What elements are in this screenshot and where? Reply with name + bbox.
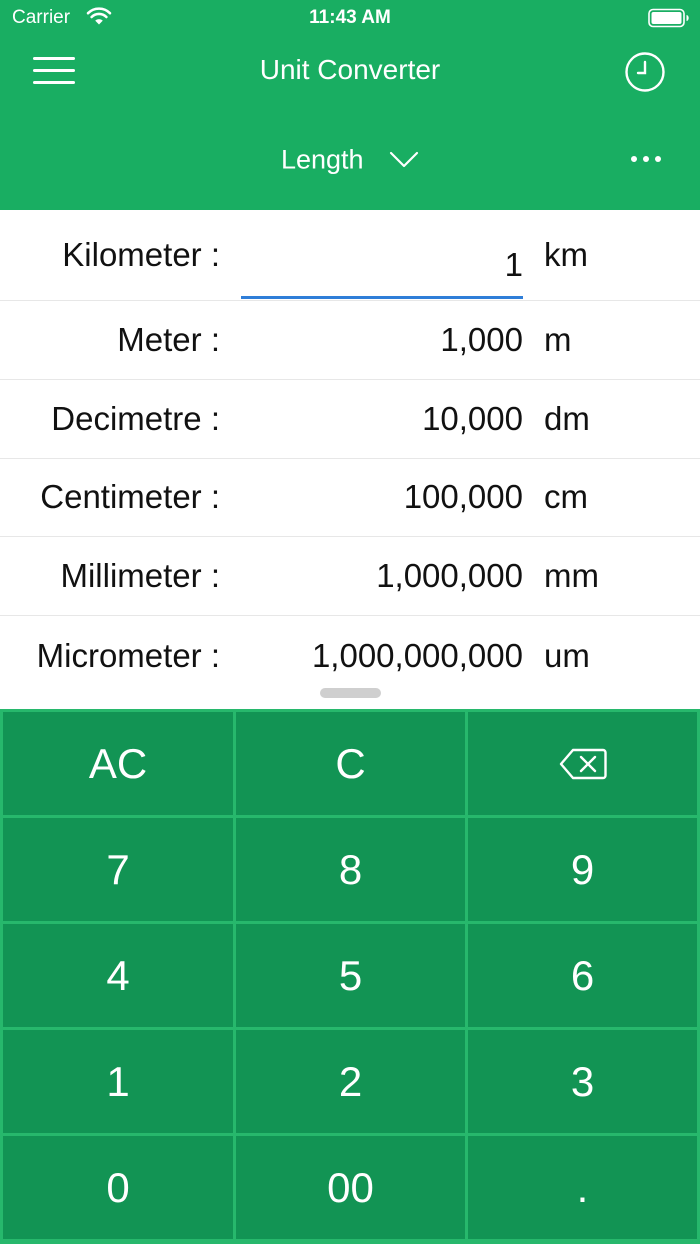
conversion-row-micrometer[interactable]: Micrometer : 1,000,000,000 um [0, 616, 700, 695]
unit-name: Decimetre : [51, 399, 220, 437]
key-6[interactable]: 6 [468, 924, 697, 1027]
battery-icon [648, 8, 689, 28]
key-clear[interactable]: C [236, 712, 465, 815]
drag-handle[interactable] [320, 688, 381, 698]
more-dots-icon[interactable] [630, 155, 662, 163]
key-4[interactable]: 4 [3, 924, 233, 1027]
page-title: Unit Converter [259, 54, 441, 85]
unit-name: Micrometer : [36, 636, 220, 674]
unit-name: Centimeter : [40, 478, 220, 516]
key-9[interactable]: 9 [468, 818, 697, 921]
key-double-zero[interactable]: 00 [236, 1136, 465, 1239]
conversion-row-kilometer[interactable]: Kilometer : 1 km [0, 210, 700, 301]
key-decimal-point[interactable]: . [468, 1136, 697, 1239]
conversion-list: Kilometer : 1 km Meter : 1,000 m Decimet… [0, 210, 700, 695]
key-5[interactable]: 5 [236, 924, 465, 1027]
chevron-down-icon [389, 151, 419, 167]
unit-abbreviation: cm [544, 478, 588, 516]
unit-abbreviation: km [544, 236, 588, 273]
key-3[interactable]: 3 [468, 1030, 697, 1133]
key-backspace[interactable] [468, 712, 697, 815]
backspace-icon [559, 748, 607, 779]
unit-value[interactable]: 1,000,000,000 [241, 637, 523, 675]
key-2[interactable]: 2 [236, 1030, 465, 1133]
key-1[interactable]: 1 [3, 1030, 233, 1133]
category-label: Length [280, 144, 364, 175]
key-all-clear[interactable]: AC [3, 712, 233, 815]
unit-value[interactable]: 1,000,000 [241, 557, 523, 595]
unit-name: Kilometer : [62, 236, 220, 273]
key-7[interactable]: 7 [3, 818, 233, 921]
unit-name: Millimeter : [60, 557, 220, 595]
clock-icon[interactable] [624, 51, 666, 93]
unit-abbreviation: m [544, 320, 572, 358]
conversion-row-meter[interactable]: Meter : 1,000 m [0, 301, 700, 380]
unit-value-input[interactable]: 1 [241, 246, 523, 284]
input-underline [241, 296, 523, 299]
unit-abbreviation: um [544, 636, 590, 674]
unit-value[interactable]: 10,000 [241, 400, 523, 438]
category-dropdown[interactable]: Length [0, 143, 700, 175]
unit-name: Meter : [117, 320, 220, 358]
unit-value[interactable]: 1,000 [241, 321, 523, 359]
keypad: AC C 7 8 9 4 5 6 1 2 3 0 00 . [0, 709, 700, 1244]
unit-value[interactable]: 100,000 [241, 478, 523, 516]
app-header: Carrier 11:43 AM Unit Converter Length [0, 0, 700, 210]
conversion-row-decimetre[interactable]: Decimetre : 10,000 dm [0, 380, 700, 459]
key-0[interactable]: 0 [3, 1136, 233, 1239]
conversion-row-centimeter[interactable]: Centimeter : 100,000 cm [0, 459, 700, 538]
status-bar: Carrier 11:43 AM [0, 0, 700, 36]
unit-abbreviation: mm [544, 557, 599, 595]
conversion-row-millimeter[interactable]: Millimeter : 1,000,000 mm [0, 537, 700, 617]
key-8[interactable]: 8 [236, 818, 465, 921]
unit-abbreviation: dm [544, 399, 590, 437]
status-time: 11:43 AM [309, 7, 391, 28]
